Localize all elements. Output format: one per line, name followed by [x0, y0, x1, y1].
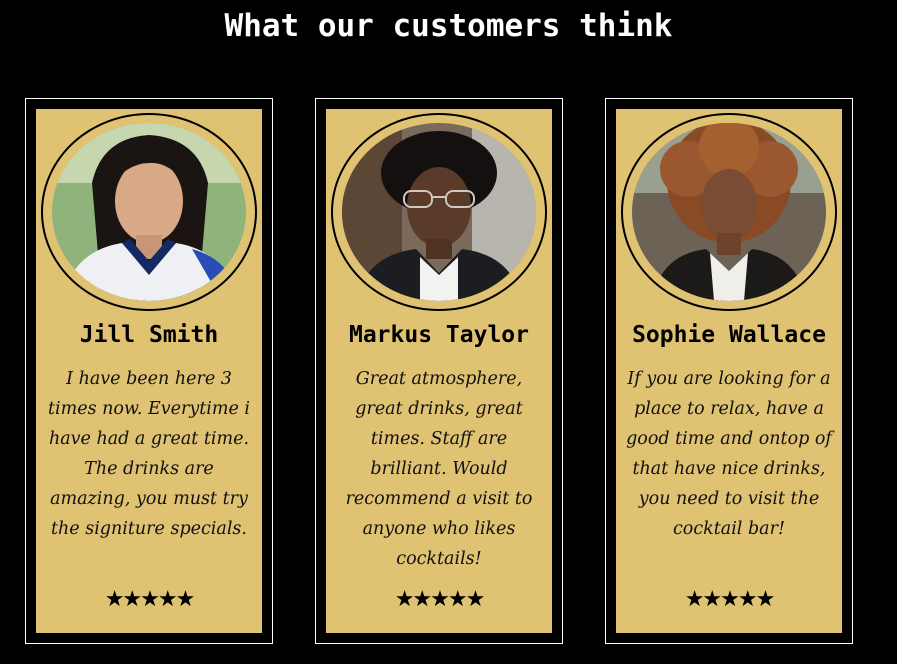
rating-stars: ★★★★★	[104, 587, 196, 612]
review-text: I have been here 3 times now. Everytime …	[48, 369, 250, 539]
review-card: Jill Smith I have been here 3 times now.…	[36, 109, 262, 633]
reviewer-name: Sophie Wallace	[632, 322, 826, 348]
reviewer-name: Markus Taylor	[348, 322, 529, 348]
avatar	[342, 123, 536, 301]
review-card: Sophie Wallace If you are looking for a …	[616, 109, 842, 633]
rating-stars: ★★★★★	[684, 587, 776, 612]
review-card-frame: Jill Smith I have been here 3 times now.…	[25, 98, 273, 644]
section-heading: What our customers think	[224, 8, 673, 44]
review-text: Great atmosphere, great drinks, great ti…	[345, 369, 533, 569]
rating-stars: ★★★★★	[394, 587, 486, 612]
review-card: Markus Taylor Great atmosphere, great dr…	[326, 109, 552, 633]
review-text: If you are looking for a place to relax,…	[626, 369, 832, 539]
reviewer-name: Jill Smith	[79, 322, 219, 348]
avatar	[632, 123, 826, 301]
review-card-frame: Sophie Wallace If you are looking for a …	[605, 98, 853, 644]
avatar	[52, 123, 246, 301]
review-card-frame: Markus Taylor Great atmosphere, great dr…	[315, 98, 563, 644]
